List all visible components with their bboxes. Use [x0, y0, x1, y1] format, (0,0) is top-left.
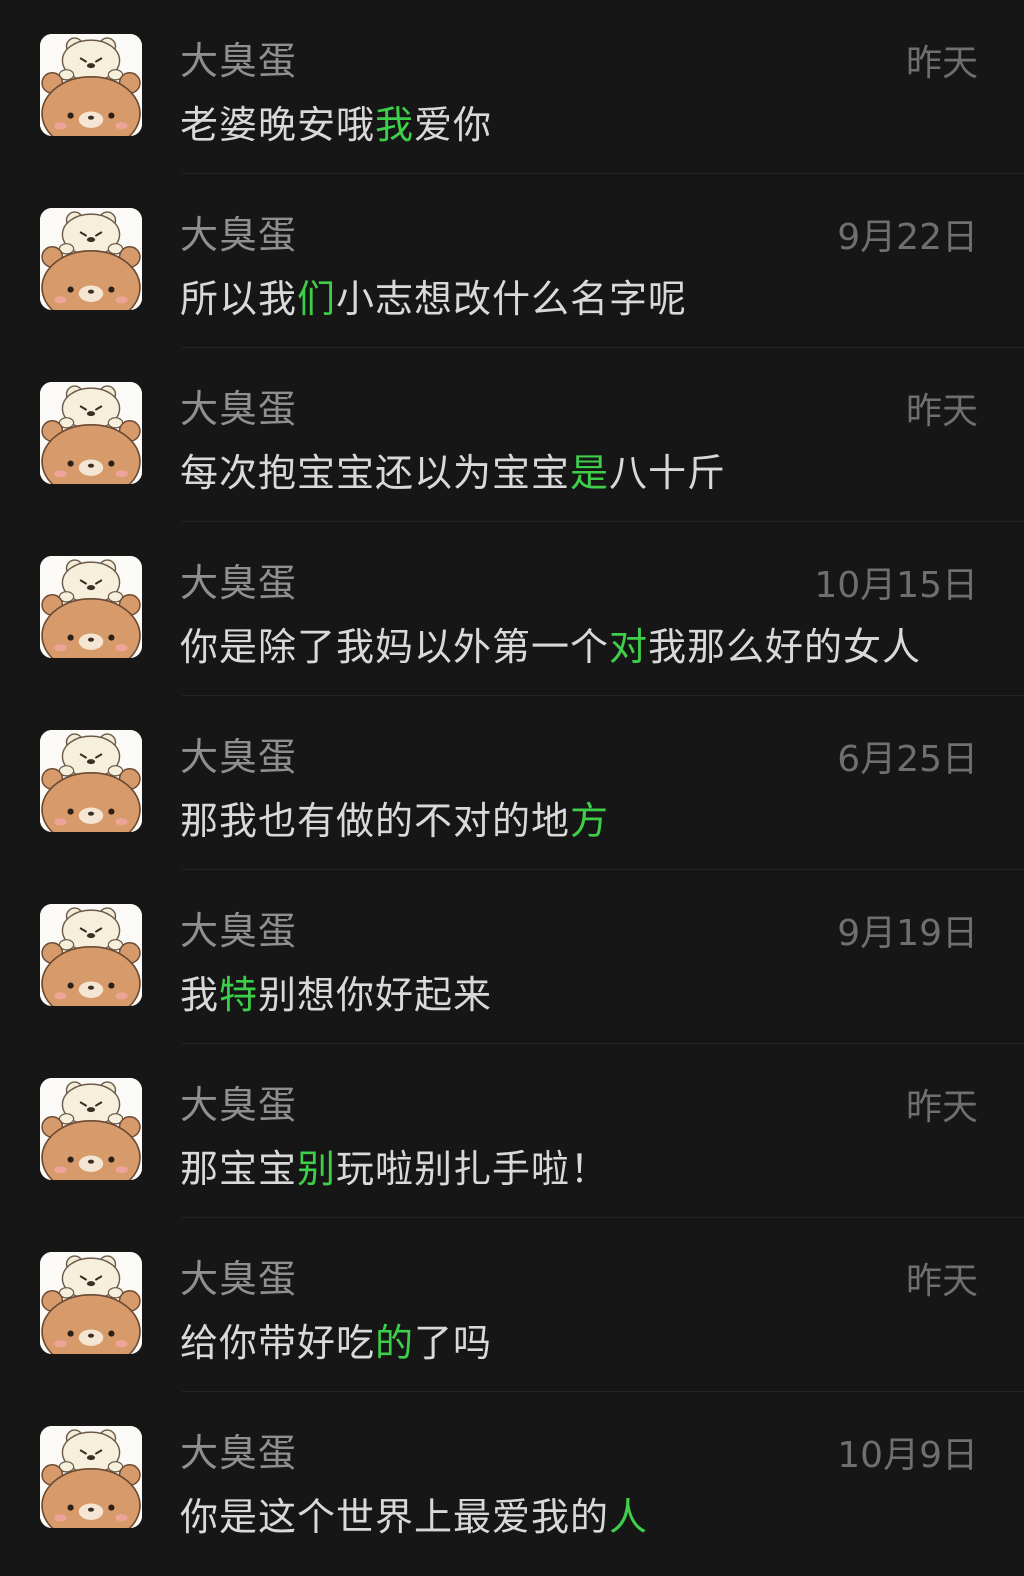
- last-message-time: 昨天: [905, 1087, 978, 1128]
- message-highlight: 我: [375, 103, 415, 147]
- last-message-preview: 我特别想你好起来: [180, 964, 492, 1019]
- last-message-preview: 你是除了我妈以外第一个对我那么好的女人: [180, 616, 921, 671]
- bear-sticker-avatar-icon[interactable]: [40, 1426, 142, 1528]
- last-message-preview: 给你带好吃的了吗: [180, 1312, 492, 1367]
- conversation-item[interactable]: 大臭蛋 10月9日 你是这个世界上最爱我的人: [0, 1392, 1024, 1566]
- last-message-time: 昨天: [905, 391, 978, 432]
- conversation-item[interactable]: 大臭蛋 10月15日 你是除了我妈以外第一个对我那么好的女人: [0, 522, 1024, 696]
- message-highlight: 方: [570, 799, 610, 843]
- contact-name: 大臭蛋: [180, 1083, 298, 1127]
- message-text-before: 所以我: [180, 277, 298, 321]
- bear-sticker-avatar-icon[interactable]: [40, 904, 142, 1006]
- last-message-preview: 所以我们小志想改什么名字呢: [180, 268, 687, 323]
- message-highlight: 特: [219, 973, 259, 1017]
- message-highlight: 的: [375, 1321, 415, 1365]
- message-text-after: 了吗: [414, 1321, 493, 1365]
- last-message-time: 10月9日: [837, 1435, 978, 1476]
- conversation-item[interactable]: 大臭蛋 昨天 那宝宝别玩啦别扎手啦！: [0, 1044, 1024, 1218]
- message-text-before: 我: [180, 973, 220, 1017]
- last-message-preview: 你是这个世界上最爱我的人: [180, 1486, 648, 1541]
- message-text-before: 给你带好吃: [180, 1321, 376, 1365]
- contact-name: 大臭蛋: [180, 735, 298, 779]
- contact-name: 大臭蛋: [180, 561, 298, 605]
- last-message-time: 昨天: [905, 43, 978, 84]
- message-text-before: 你是除了我妈以外第一个: [180, 625, 610, 669]
- message-text-before: 那我也有做的不对的地: [180, 799, 571, 843]
- contact-name: 大臭蛋: [180, 387, 298, 431]
- contact-name: 大臭蛋: [180, 213, 298, 257]
- last-message-time: 10月15日: [814, 565, 978, 606]
- message-text-after: 别想你好起来: [258, 973, 493, 1017]
- message-text-after: 八十斤: [609, 451, 727, 495]
- message-text-before: 那宝宝: [180, 1147, 298, 1191]
- message-highlight: 别: [297, 1147, 337, 1191]
- message-text-after: 玩啦别扎手啦！: [336, 1147, 610, 1191]
- bear-sticker-avatar-icon[interactable]: [40, 34, 142, 136]
- conversation-item[interactable]: 大臭蛋 9月22日 所以我们小志想改什么名字呢: [0, 174, 1024, 348]
- message-highlight: 人: [609, 1495, 649, 1539]
- last-message-preview: 那宝宝别玩啦别扎手啦！: [180, 1138, 609, 1193]
- bear-sticker-avatar-icon[interactable]: [40, 208, 142, 310]
- bear-sticker-avatar-icon[interactable]: [40, 1078, 142, 1180]
- message-text-after: 小志想改什么名字呢: [336, 277, 688, 321]
- conversation-item[interactable]: 大臭蛋 6月25日 那我也有做的不对的地方: [0, 696, 1024, 870]
- bear-sticker-avatar-icon[interactable]: [40, 556, 142, 658]
- last-message-time: 昨天: [905, 1261, 978, 1302]
- contact-name: 大臭蛋: [180, 39, 298, 83]
- message-text-after: 爱你: [414, 103, 493, 147]
- last-message-time: 9月19日: [837, 913, 978, 954]
- last-message-preview: 那我也有做的不对的地方: [180, 790, 609, 845]
- message-highlight: 们: [297, 277, 337, 321]
- contact-name: 大臭蛋: [180, 1431, 298, 1475]
- last-message-preview: 老婆晚安哦我爱你: [180, 94, 492, 149]
- conversation-item[interactable]: 大臭蛋 9月19日 我特别想你好起来: [0, 870, 1024, 1044]
- conversation-item[interactable]: 大臭蛋 昨天 给你带好吃的了吗: [0, 1218, 1024, 1392]
- chat-list: 大臭蛋 昨天 老婆晚安哦我爱你 大臭蛋 9月22日 所以我们小志想改什么名字呢 …: [0, 0, 1024, 1576]
- contact-name: 大臭蛋: [180, 909, 298, 953]
- message-text-after: 我那么好的女人: [648, 625, 922, 669]
- conversation-item[interactable]: 大臭蛋 昨天 每次抱宝宝还以为宝宝是八十斤: [0, 348, 1024, 522]
- bear-sticker-avatar-icon[interactable]: [40, 1252, 142, 1354]
- message-highlight: 是: [570, 451, 610, 495]
- bear-sticker-avatar-icon[interactable]: [40, 382, 142, 484]
- message-highlight: 对: [609, 625, 649, 669]
- last-message-time: 6月25日: [837, 739, 978, 780]
- conversation-item[interactable]: 大臭蛋 昨天 老婆晚安哦我爱你: [0, 0, 1024, 174]
- last-message-time: 9月22日: [837, 217, 978, 258]
- message-text-before: 老婆晚安哦: [180, 103, 376, 147]
- message-text-before: 每次抱宝宝还以为宝宝: [180, 451, 571, 495]
- bear-sticker-avatar-icon[interactable]: [40, 730, 142, 832]
- contact-name: 大臭蛋: [180, 1257, 298, 1301]
- message-text-before: 你是这个世界上最爱我的: [180, 1495, 610, 1539]
- last-message-preview: 每次抱宝宝还以为宝宝是八十斤: [180, 442, 726, 497]
